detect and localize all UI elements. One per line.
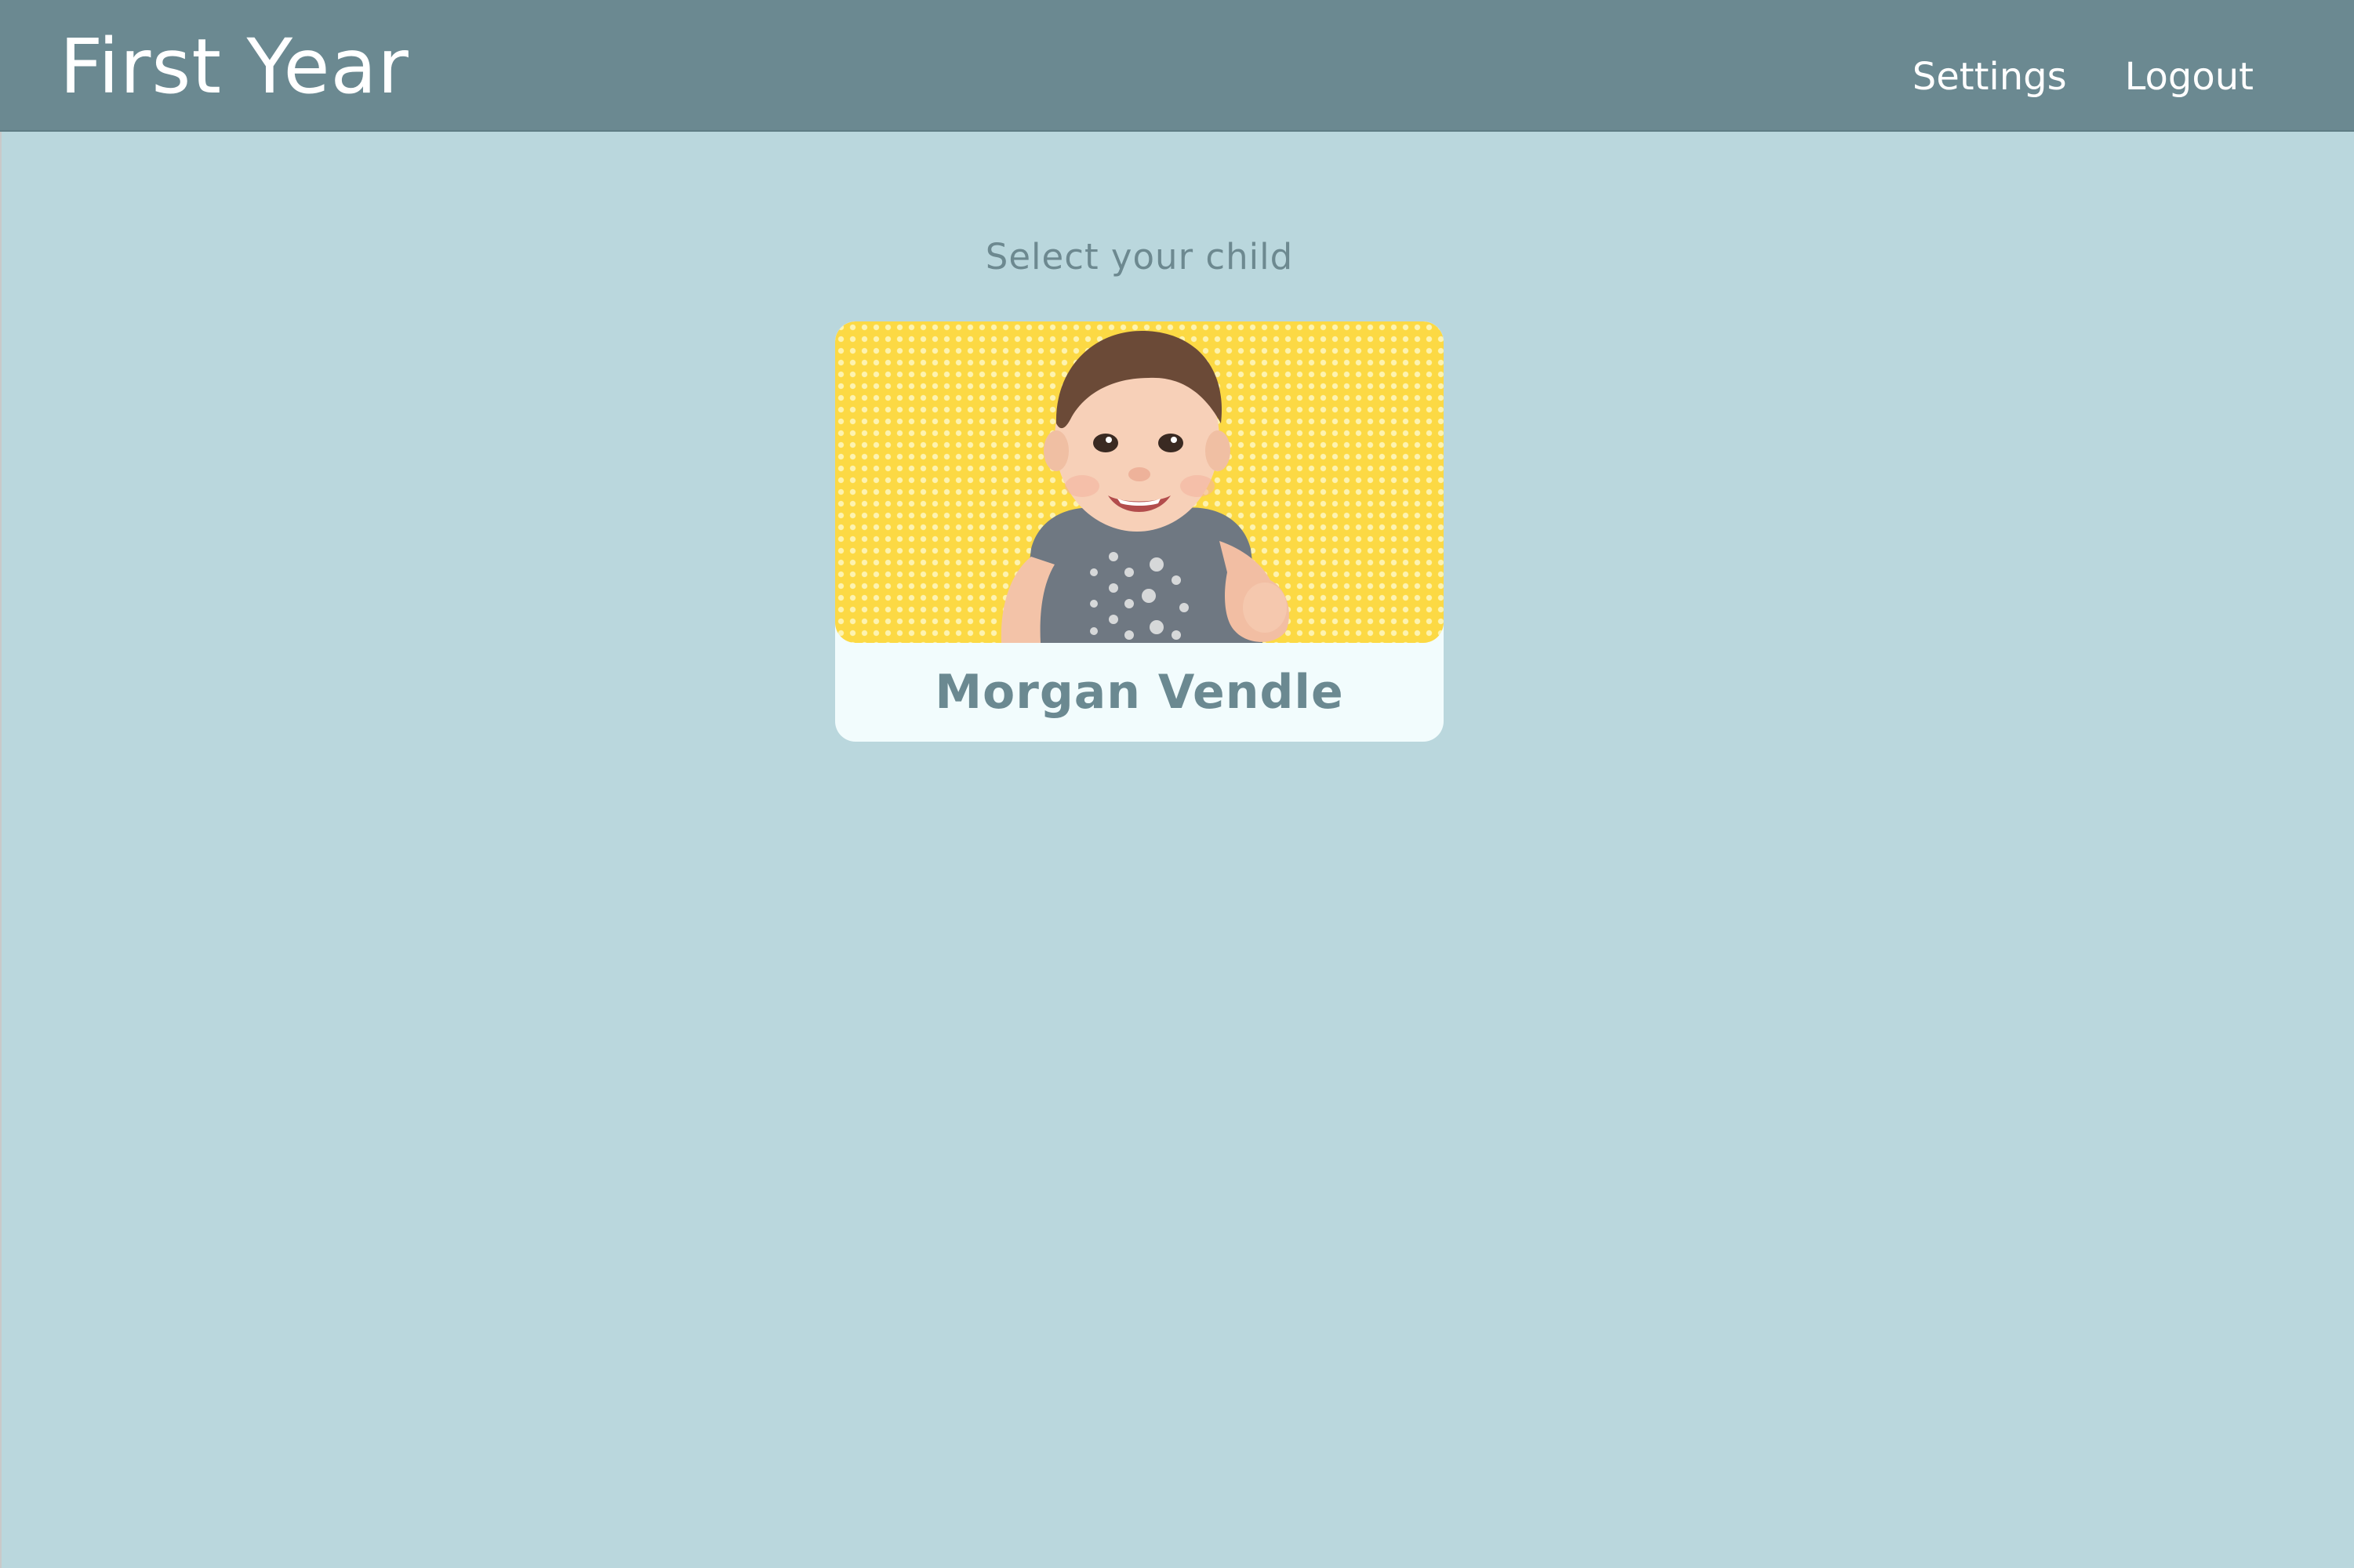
app-title: First Year bbox=[60, 23, 409, 111]
app-header: First Year Settings Logout bbox=[0, 0, 2354, 132]
page-left-border bbox=[0, 132, 2, 1568]
settings-link[interactable]: Settings bbox=[1913, 55, 2067, 99]
child-name: Morgan Vendle bbox=[935, 665, 1344, 720]
select-child-prompt: Select your child bbox=[985, 236, 1294, 278]
header-nav: Settings Logout bbox=[1913, 55, 2254, 99]
child-photo bbox=[835, 321, 1444, 643]
logout-link[interactable]: Logout bbox=[2125, 55, 2254, 99]
baby-photo-icon bbox=[1001, 330, 1289, 643]
child-card[interactable]: Morgan Vendle bbox=[835, 321, 1444, 742]
